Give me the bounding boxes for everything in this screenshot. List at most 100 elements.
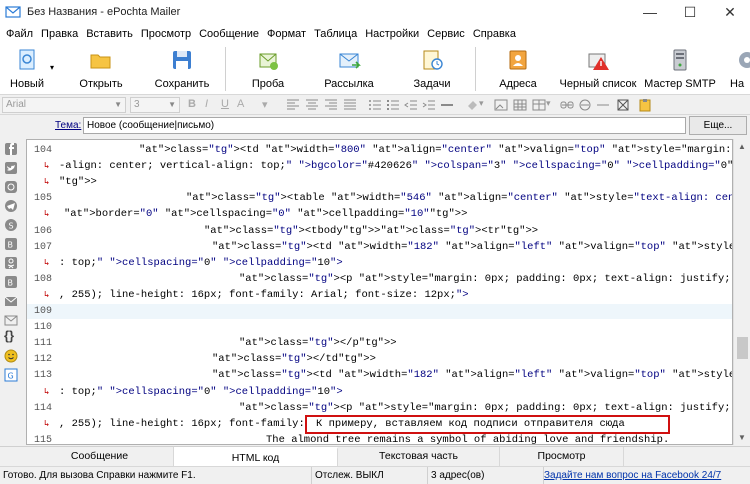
- table-dropdown-icon[interactable]: ▾: [546, 98, 560, 112]
- tasks-button[interactable]: Задачи: [410, 43, 454, 95]
- align-left-icon[interactable]: [286, 98, 300, 112]
- tab-message[interactable]: Сообщение: [26, 447, 174, 466]
- instagram-icon[interactable]: [4, 180, 18, 194]
- menu-view[interactable]: Просмотр: [137, 28, 195, 40]
- menu-table[interactable]: Таблица: [310, 28, 361, 40]
- align-right-icon[interactable]: [324, 98, 338, 112]
- tab-html-code[interactable]: HTML код: [174, 447, 338, 466]
- send-button[interactable]: Рассылка: [322, 43, 376, 95]
- skype-icon[interactable]: S: [4, 218, 18, 232]
- code-line-wrapped[interactable]: ↳ -align: center; vertical-align: top;" "…: [27, 159, 732, 174]
- svg-text:S: S: [9, 222, 14, 231]
- odnoklassniki-icon[interactable]: [4, 256, 18, 270]
- scroll-down-arrow-icon[interactable]: ▼: [738, 433, 746, 442]
- bold-icon[interactable]: B: [188, 98, 202, 112]
- addresses-button[interactable]: Адреса: [498, 43, 538, 95]
- code-line-wrapped[interactable]: ↳: top;" ">cellspacing="0" ">cellpadding…: [27, 256, 732, 271]
- menu-service[interactable]: Сервис: [423, 28, 469, 40]
- numbered-list-icon[interactable]: [368, 98, 382, 112]
- subject-input[interactable]: Новое (сообщение|письмо): [83, 117, 686, 134]
- more-button[interactable]: Еще...: [689, 116, 747, 135]
- code-line-113[interactable]: 113 "at">class="tg"><td "at">width="182" …: [27, 368, 732, 383]
- menu-file[interactable]: Файл: [2, 28, 37, 40]
- telegram-icon[interactable]: [4, 199, 18, 213]
- open-button[interactable]: Открыть: [76, 43, 126, 95]
- subject-label[interactable]: Тема:: [55, 120, 81, 131]
- code-line-wrapped[interactable]: ↳ "tg">>: [27, 175, 732, 190]
- unlink-icon[interactable]: [578, 98, 592, 112]
- outdent-icon[interactable]: [404, 98, 418, 112]
- code-line-114[interactable]: 114 "at">class="tg"><p "at">style="margin…: [27, 401, 732, 416]
- code-line-wrapped[interactable]: ↳ "at">border="0" "at">cellspacing="0" "a…: [27, 207, 732, 222]
- font-name-select[interactable]: Arial ▼: [2, 97, 126, 113]
- insert-table-icon[interactable]: [532, 98, 546, 112]
- menu-message[interactable]: Сообщение: [195, 28, 263, 40]
- status-help-text: Готово. Для вызова Справки нажмите F1.: [0, 467, 312, 484]
- code-line-107[interactable]: 107 "at">class="tg"><td "at">width="182" …: [27, 240, 732, 255]
- code-text: "at">class="tg"><td "at">width="800" "at…: [139, 144, 732, 156]
- email-image-icon[interactable]: [4, 294, 18, 308]
- main-toolbar: Новый ▾ Открыть Сохранить Проба Рассылка: [0, 43, 750, 95]
- code-line-108[interactable]: 108 "at">class="tg"><p "at">style="margin…: [27, 272, 732, 287]
- code-line-105[interactable]: 105 "at">class="tg"><table "at">width="54…: [27, 191, 732, 206]
- blacklist-button[interactable]: Черный список: [560, 43, 636, 95]
- font-size-select[interactable]: 3 ▼: [130, 97, 180, 113]
- menu-insert[interactable]: Вставить: [82, 28, 137, 40]
- fullscreen-icon[interactable]: [616, 98, 630, 112]
- save-button[interactable]: Сохранить: [152, 43, 212, 95]
- menu-help[interactable]: Справка: [469, 28, 520, 40]
- facebook-question-link[interactable]: Задайте нам вопрос на Facebook 24/7: [544, 470, 721, 481]
- code-line-109[interactable]: 109: [27, 304, 732, 319]
- align-center-icon[interactable]: [305, 98, 319, 112]
- paste-icon[interactable]: [638, 98, 652, 112]
- editor-scrollbar[interactable]: ▲ ▼: [733, 139, 750, 445]
- mail-icon[interactable]: [4, 313, 18, 327]
- new-dropdown-arrow-icon[interactable]: ▾: [50, 63, 54, 72]
- code-line-wrapped[interactable]: ↳ , 255); line-height: 16px; font-family:…: [27, 288, 732, 303]
- smtp-wizard-button[interactable]: Мастер SMTP: [644, 43, 716, 95]
- code-line-111[interactable]: 111 "at">class="tg"></p"tg">>: [27, 336, 732, 351]
- font-color-dropdown-icon[interactable]: ▾: [262, 98, 276, 112]
- align-justify-icon[interactable]: [343, 98, 357, 112]
- scroll-thumb[interactable]: [737, 337, 748, 359]
- settings-button[interactable]: На: [730, 43, 750, 95]
- close-button[interactable]: ✕: [710, 0, 750, 24]
- menu-edit[interactable]: Правка: [37, 28, 82, 40]
- indent-icon[interactable]: [422, 98, 436, 112]
- code-text: "at">class="tg"></p"tg">>: [239, 337, 397, 350]
- twitter-icon[interactable]: [4, 161, 18, 175]
- tab-text-part[interactable]: Текстовая часть: [338, 447, 500, 466]
- code-line-wrapped[interactable]: ↳: top;" ">cellspacing="0" ">cellpadding…: [27, 385, 732, 400]
- tab-preview[interactable]: Просмотр: [500, 447, 624, 466]
- table-icon[interactable]: [513, 98, 527, 112]
- vk-icon[interactable]: B: [4, 237, 18, 251]
- line-icon[interactable]: [596, 98, 610, 112]
- fill-color-icon[interactable]: [465, 98, 479, 112]
- code-line-112[interactable]: 112 "at">class="tg"></td"tg">>: [27, 352, 732, 367]
- vk-alt-icon[interactable]: B: [4, 275, 18, 289]
- new-button[interactable]: Новый: [8, 43, 46, 95]
- code-line-106[interactable]: 106 "at">class="tg"><tbody"tg">>"at">clas…: [27, 224, 732, 239]
- scroll-up-arrow-icon[interactable]: ▲: [738, 142, 746, 151]
- code-braces-icon[interactable]: {}: [4, 328, 18, 343]
- smiley-icon[interactable]: [4, 349, 18, 363]
- maximize-button[interactable]: ☐: [670, 0, 710, 24]
- google-icon[interactable]: G: [4, 368, 18, 382]
- link-icon[interactable]: [560, 98, 574, 112]
- italic-icon[interactable]: I: [205, 98, 219, 112]
- html-code-editor[interactable]: 104 "at">class="tg"><td "at">width="800" …: [26, 139, 733, 445]
- menu-format[interactable]: Формат: [263, 28, 310, 40]
- code-line-104[interactable]: 104 "at">class="tg"><td "at">width="800" …: [27, 143, 732, 158]
- code-line-115[interactable]: 115 The almond tree remains a symbol of a…: [27, 433, 732, 444]
- test-button[interactable]: Проба: [248, 43, 288, 95]
- fill-color-dropdown-icon[interactable]: ▾: [479, 98, 493, 112]
- minimize-button[interactable]: —: [630, 0, 670, 24]
- bullet-list-icon[interactable]: [386, 98, 400, 112]
- code-line-110[interactable]: 110: [27, 320, 732, 335]
- underline-icon[interactable]: U: [221, 98, 235, 112]
- facebook-icon[interactable]: [4, 142, 18, 156]
- font-color-icon[interactable]: A: [237, 98, 251, 112]
- image-icon[interactable]: [494, 98, 508, 112]
- menu-settings[interactable]: Настройки: [361, 28, 423, 40]
- horizontal-rule-icon[interactable]: [440, 98, 454, 112]
